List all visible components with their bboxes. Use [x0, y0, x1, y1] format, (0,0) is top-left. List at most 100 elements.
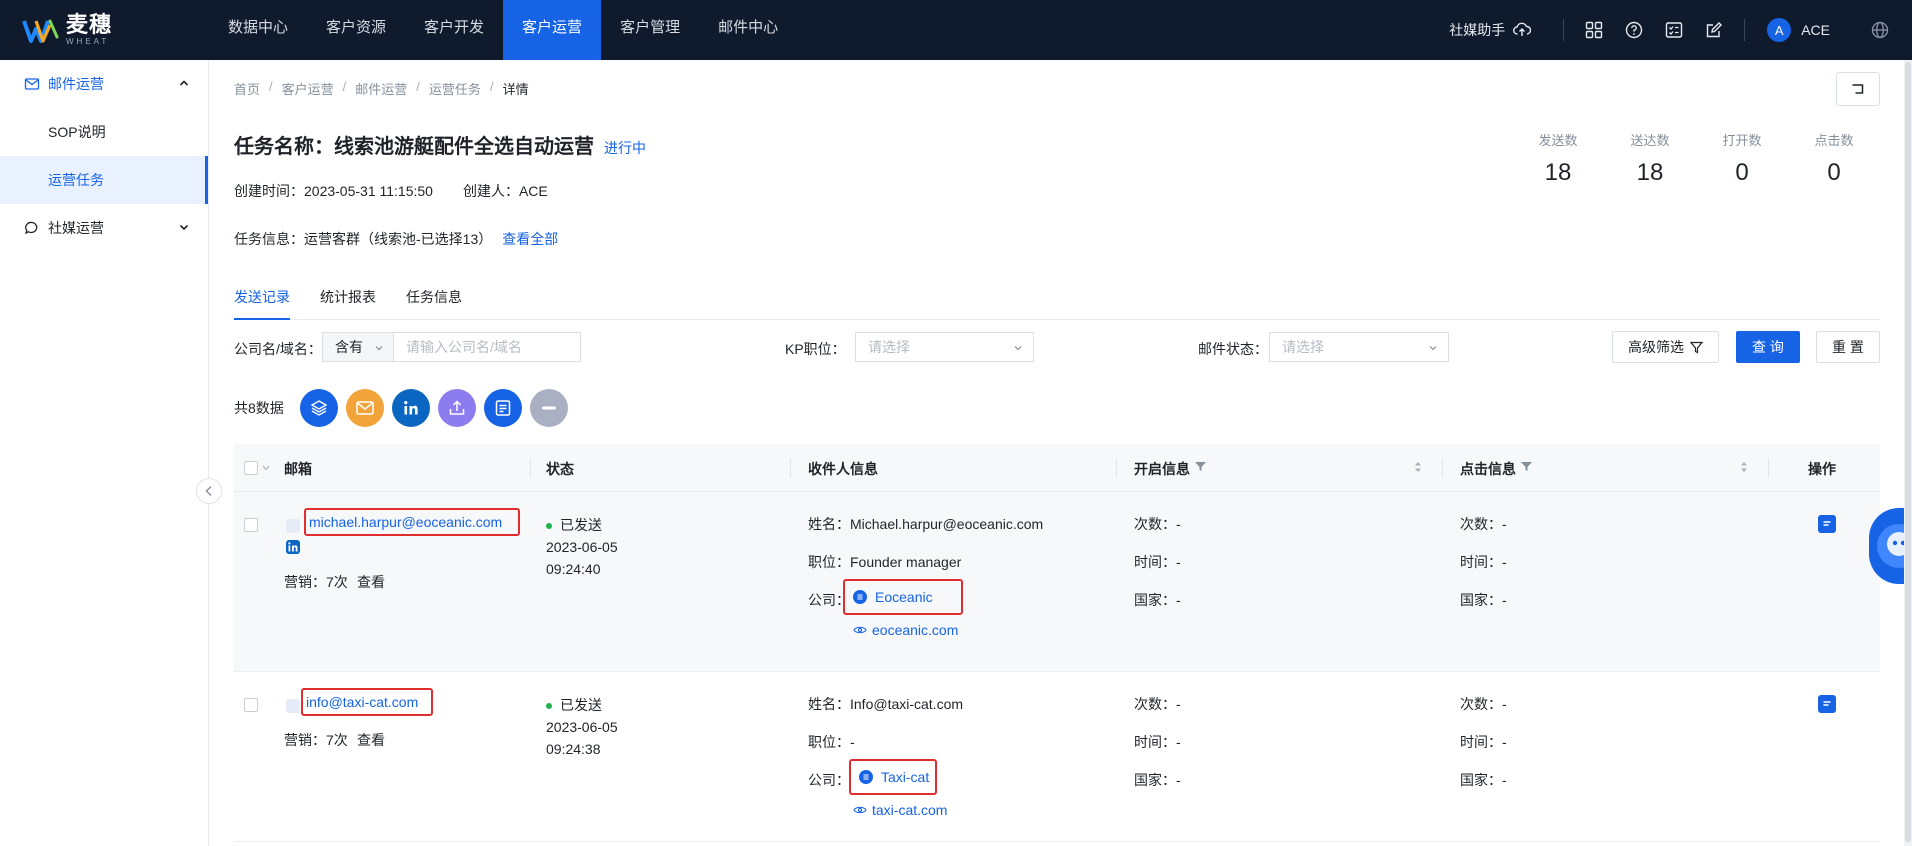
domain-text: eoceanic.com	[872, 622, 959, 638]
email-link[interactable]: michael.harpur@eoceanic.com	[304, 508, 520, 536]
scrollbar-thumb[interactable]	[1905, 62, 1911, 842]
filter-bar: 公司名/域名： 含有 请输入公司名/域名 KP职位： 请选择 邮件状态： 请选择…	[234, 331, 1880, 363]
sidebar-group-mail-operation[interactable]: 邮件运营	[0, 60, 208, 108]
reset-button[interactable]: 重 置	[1816, 331, 1880, 363]
nav-item-customer-development[interactable]: 客户开发	[405, 0, 503, 60]
filter-icon[interactable]	[1520, 460, 1533, 473]
mail-status-placeholder: 请选择	[1282, 339, 1324, 355]
sort-icon[interactable]	[1414, 460, 1422, 474]
advanced-filter-button[interactable]: 高级筛选	[1612, 331, 1719, 363]
social-helper-button[interactable]: 社媒助手	[1449, 20, 1532, 40]
sidebar-item-sop[interactable]: SOP说明	[0, 108, 208, 156]
filter-icon[interactable]	[1194, 460, 1207, 473]
user-menu[interactable]: A ACE	[1767, 18, 1830, 42]
nav-item-customer-resources[interactable]: 客户资源	[307, 0, 405, 60]
mail-status-select[interactable]: 请选择	[1269, 332, 1449, 362]
stat-label: 发送数	[1538, 133, 1578, 148]
row-checkbox[interactable]	[244, 698, 258, 712]
click-time: 时间：-	[1460, 554, 1507, 570]
email-icon[interactable]	[345, 389, 384, 427]
view-all-link[interactable]: 查看全部	[502, 229, 558, 249]
click-country: 国家：-	[1460, 592, 1507, 608]
company-name: Eoceanic	[875, 589, 933, 605]
note-icon[interactable]	[1818, 695, 1836, 713]
status-text: 已发送	[560, 517, 602, 533]
contact-icon	[286, 699, 300, 713]
wheat-logo-icon	[22, 19, 59, 43]
tab-send-records[interactable]: 发送记录	[234, 282, 290, 320]
col-divider	[1442, 458, 1443, 478]
company-name: Taxi-cat	[881, 769, 930, 785]
col-divider	[1768, 458, 1769, 478]
send-status: 已发送 2023-06-05 09:24:38	[546, 694, 618, 760]
chevron-down-icon	[375, 346, 383, 351]
sidebar-item-operation-task[interactable]: 运营任务	[0, 156, 208, 204]
chevron-down-icon[interactable]	[262, 465, 270, 471]
sidebar-group-label: 社媒运营	[48, 220, 104, 236]
breadcrumb-home[interactable]: 首页	[234, 79, 260, 98]
company-link[interactable]: Taxi-cat	[849, 759, 937, 795]
linkedin-icon[interactable]	[391, 389, 430, 427]
company-domain-link[interactable]: taxi-cat.com	[853, 802, 947, 818]
company-search-input[interactable]: 请输入公司名/域名	[393, 332, 581, 362]
total-count: 共8数据	[234, 400, 284, 416]
task-info-text: 任务信息：运营客群（线索池-已选择13）	[234, 231, 493, 247]
select-all-checkbox[interactable]	[244, 461, 258, 475]
query-button[interactable]: 查 询	[1736, 331, 1800, 363]
status-time: 09:24:40	[546, 561, 601, 577]
kp-position-select[interactable]: 请选择	[855, 332, 1034, 362]
linkedin-icon[interactable]	[286, 540, 300, 554]
status-dot	[546, 523, 552, 530]
breadcrumb-current: 详情	[502, 82, 529, 97]
nav-item-data-center[interactable]: 数据中心	[209, 0, 307, 60]
note-icon[interactable]	[1818, 515, 1836, 533]
tab-task-info[interactable]: 任务信息	[406, 282, 462, 320]
breadcrumb-customer-operation[interactable]: 客户运营	[282, 79, 334, 98]
created-time: 创建时间：2023-05-31 11:15:50	[234, 183, 433, 199]
col-status: 状态	[546, 461, 574, 477]
company-domain-link[interactable]: eoceanic.com	[853, 622, 958, 638]
marketing-count: 营销：7次	[284, 732, 348, 748]
exit-button[interactable]	[1836, 72, 1880, 106]
nav-item-customer-management[interactable]: 客户管理	[601, 0, 699, 60]
view-link[interactable]: 查看	[357, 572, 385, 592]
checklist-icon[interactable]	[1664, 20, 1684, 40]
layers-icon[interactable]	[299, 389, 338, 427]
col-divider	[790, 458, 791, 478]
sort-icon[interactable]	[1740, 460, 1748, 474]
company-link[interactable]: Eoceanic	[843, 579, 963, 615]
social-helper-label: 社媒助手	[1449, 22, 1506, 38]
contains-select[interactable]: 含有	[322, 332, 394, 362]
tab-statistics[interactable]: 统计报表	[320, 282, 376, 320]
stat-label: 送达数	[1630, 133, 1670, 148]
col-action: 操作	[1808, 461, 1836, 477]
nav-item-mail-center[interactable]: 邮件中心	[699, 0, 797, 60]
note-icon[interactable]	[483, 389, 522, 427]
brand-name-en: WHEAT	[66, 37, 110, 46]
help-icon[interactable]	[1624, 20, 1644, 40]
divider	[1563, 19, 1565, 41]
breadcrumb-mail-operation[interactable]: 邮件运营	[355, 79, 407, 98]
sidebar-group-social-operation[interactable]: 社媒运营	[0, 204, 208, 252]
email-link[interactable]: info@taxi-cat.com	[301, 688, 433, 716]
recipient-company-label: 公司：	[808, 772, 850, 788]
open-country: 国家：-	[1134, 772, 1181, 788]
col-divider	[1116, 458, 1117, 478]
nav-item-customer-operation[interactable]: 客户运营	[503, 0, 602, 60]
company-icon	[859, 770, 873, 784]
minus-icon[interactable]	[529, 389, 568, 427]
view-link[interactable]: 查看	[357, 730, 385, 750]
row-checkbox[interactable]	[244, 518, 258, 532]
contains-select-value: 含有	[335, 339, 363, 355]
brand-logo[interactable]: 麦穗 WHEAT	[22, 10, 132, 50]
breadcrumb-operation-task[interactable]: 运营任务	[429, 79, 481, 98]
export-icon[interactable]	[437, 389, 476, 427]
apps-grid-icon[interactable]	[1584, 20, 1604, 40]
col-email: 邮箱	[284, 461, 312, 477]
task-meta: 创建时间：2023-05-31 11:15:50 创建人：ACE	[234, 181, 548, 201]
col-open-info: 开启信息	[1134, 461, 1190, 477]
edit-icon[interactable]	[1704, 20, 1724, 40]
top-navbar: 麦穗 WHEAT 数据中心 客户资源 客户开发 客户运营 客户管理 邮件中心 社…	[0, 0, 1912, 60]
globe-icon[interactable]	[1870, 20, 1890, 40]
click-count: 次数：-	[1460, 696, 1507, 712]
